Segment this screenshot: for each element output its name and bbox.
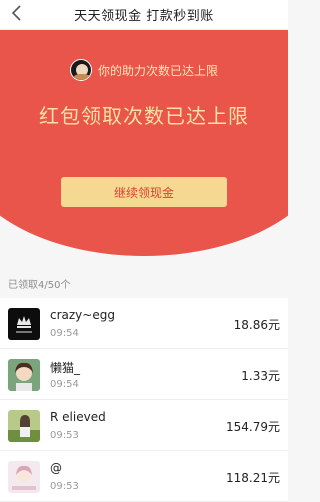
page-title: 天天领现金 打款秒到账	[74, 9, 214, 24]
top-bar: 天天领现金 打款秒到账	[0, 0, 288, 30]
red-banner: 你的助力次数已达上限 红包领取次数已达上限 继续领现金	[0, 30, 288, 258]
avatar	[8, 410, 40, 442]
black-crown-logo-icon	[8, 308, 40, 340]
record-time: 09:54	[50, 379, 79, 390]
helper-status-row: 你的助力次数已达上限	[0, 59, 288, 81]
helper-limit-text: 你的助力次数已达上限	[97, 63, 218, 78]
claimed-count: 已领取4/50个	[8, 280, 71, 291]
record-time: 09:53	[50, 481, 79, 492]
limit-headline: 红包领取次数已达上限	[39, 104, 249, 128]
record-time: 09:53	[50, 430, 79, 441]
claim-records-list: crazy~egg 09:54 18.86元 懒猫_ 09:54 1.33元 R…	[0, 298, 288, 502]
record-amount: 1.33元	[241, 369, 280, 383]
chevron-left-icon	[10, 4, 24, 26]
list-item: R elieved 09:53 154.79元	[0, 400, 288, 451]
record-amount: 154.79元	[226, 420, 280, 434]
user-avatar	[69, 59, 92, 81]
continue-cash-button[interactable]: 继续领现金	[61, 177, 227, 207]
record-name: R elieved	[50, 410, 106, 424]
record-amount: 118.21元	[226, 471, 280, 485]
anime-girl-icon	[8, 461, 40, 493]
back-button[interactable]	[6, 4, 28, 26]
avatar	[8, 461, 40, 493]
record-name: crazy~egg	[50, 308, 115, 322]
girl-outdoors-icon	[8, 410, 40, 442]
avatar	[8, 359, 40, 391]
list-item: @ 09:53 118.21元	[0, 451, 288, 502]
record-time: 09:54	[50, 328, 79, 339]
avatar	[8, 308, 40, 340]
list-item: crazy~egg 09:54 18.86元	[0, 298, 288, 349]
cartoon-girl-icon	[8, 359, 40, 391]
record-amount: 18.86元	[233, 318, 280, 332]
list-item: 懒猫_ 09:54 1.33元	[0, 349, 288, 400]
record-name: @	[50, 461, 62, 475]
record-name: 懒猫_	[50, 361, 81, 375]
